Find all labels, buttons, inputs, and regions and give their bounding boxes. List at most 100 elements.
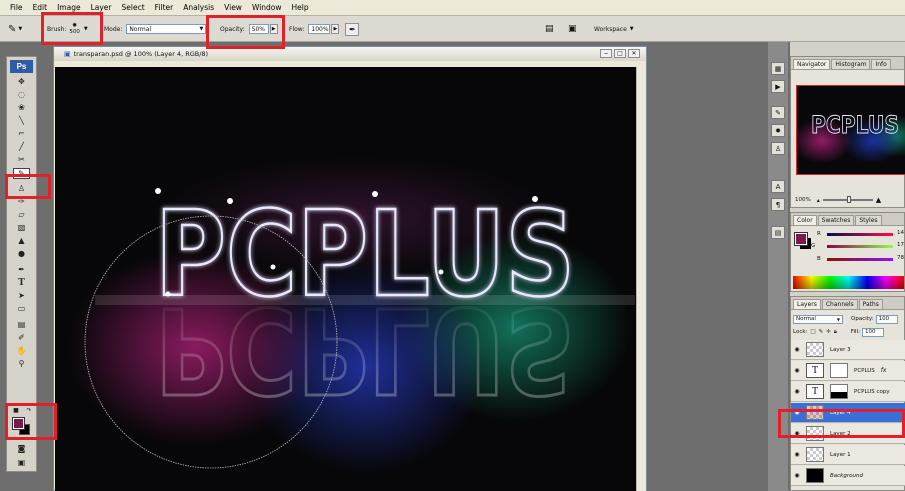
bridge-button[interactable]: ▣ [568,21,577,37]
r-slider[interactable] [827,233,893,236]
healing-brush-tool[interactable]: ✂ [13,154,30,165]
paragraph-palette-button[interactable]: ¶ [771,198,785,211]
history-palette-button[interactable]: ▦ [771,62,785,75]
notes-tool[interactable]: ▤ [13,319,30,330]
color-fg-swatch[interactable] [794,232,808,246]
menu-filter[interactable]: Filter [155,3,174,12]
eye-icon[interactable]: ◉ [791,367,803,374]
document-title-bar[interactable]: ▣ transparan.psd @ 100% (Layer 4, RGB/8) [54,47,646,61]
tab-channels[interactable]: Channels [821,299,858,309]
layer-row[interactable]: ◉ T PCPLUS copy [791,382,905,402]
brush-tool-highlight [5,174,51,199]
r-label: R [817,231,821,237]
dodge-tool[interactable]: ● [13,248,30,259]
maximize-button[interactable]: □ [614,49,626,58]
menu-image[interactable]: Image [57,3,81,12]
blur-tool[interactable]: ▲ [13,235,30,246]
menu-layer[interactable]: Layer [91,3,112,12]
tab-swatches[interactable]: Swatches [817,215,855,225]
menu-select[interactable]: Select [122,3,145,12]
flow-slider-button[interactable]: ▶ [331,24,340,34]
crop-tool[interactable]: ⌐ [13,128,30,139]
eye-icon[interactable]: ◉ [791,388,803,395]
b-slider[interactable] [827,258,893,261]
lock-all-icon[interactable]: 🔒︎ [834,329,837,336]
airbrush-button[interactable]: ✒ [345,22,360,36]
character-palette-button[interactable]: A [771,180,785,193]
fx-icon[interactable]: fx [881,367,887,374]
menu-window[interactable]: Window [252,3,282,12]
fill-input[interactable]: 100 [861,327,884,337]
layer-row[interactable]: ◉ T PCPLUS fx [791,361,905,381]
spectrum-bar[interactable] [793,276,904,289]
g-slider[interactable] [827,245,893,248]
eyedropper-tool[interactable]: ✐ [13,332,30,343]
layer-row[interactable]: ◉ Layer 3 [791,340,905,360]
tab-histogram[interactable]: Histogram [831,59,871,69]
navigator-zoom-value: 100% [795,197,811,203]
menu-view[interactable]: View [224,3,242,12]
layers-lock-row: Lock: □ ✎ ✛ 🔒︎ Fill: 100 [793,327,905,337]
mode-select[interactable]: Normal ▼ [126,24,207,34]
eye-icon[interactable]: ◉ [791,346,803,353]
eraser-tool[interactable]: ▱ [13,209,30,220]
palette-well-button[interactable]: ▤ [545,21,554,37]
note-icon: ▤ [17,320,26,329]
hand-tool[interactable]: ✋ [13,345,30,356]
menu-file[interactable]: File [10,3,23,12]
lasso-tool[interactable]: ❀ [13,102,30,113]
workspace-menu[interactable]: Workspace ▼ [594,21,634,37]
artwork-reflection: PCPLUS [155,281,575,419]
close-button[interactable]: ✕ [628,49,640,58]
shape-tool[interactable]: ▭ [13,303,30,314]
menu-help[interactable]: Help [292,3,309,12]
move-tool[interactable]: ✥ [13,76,30,87]
tab-styles[interactable]: Styles [855,215,882,225]
eye-icon[interactable]: ◉ [791,451,803,458]
flow-input[interactable]: 100% [308,24,331,34]
tab-layers[interactable]: Layers [793,299,821,309]
tab-paths[interactable]: Paths [858,299,883,309]
menu-edit[interactable]: Edit [33,3,48,12]
lock-position-icon[interactable]: ✛ [826,329,831,335]
zoom-slider-handle[interactable] [846,196,851,203]
magic-wand-tool[interactable]: ╲ [13,115,30,126]
pen-tool[interactable]: ✒ [13,264,30,275]
tool-preset-picker[interactable]: ✎ ▼ [8,21,22,37]
minimize-button[interactable]: − [600,49,612,58]
gradient-tool[interactable]: ▧ [13,222,30,233]
tab-navigator[interactable]: Navigator [793,59,831,69]
layer-name: PCPLUS copy [854,388,890,395]
actions-palette-button[interactable]: ▶ [771,80,785,93]
image-canvas[interactable]: PCPLUS PCPLUS [55,67,637,491]
lock-transparent-icon[interactable]: □ [810,329,815,335]
brushes-palette-button[interactable]: ✹ [771,124,785,137]
zoom-tool[interactable]: ⚲ [13,358,30,369]
sparkle [270,264,276,270]
tool-presets-button[interactable]: ✎ [771,106,785,119]
eye-icon[interactable]: ◉ [791,472,803,479]
marquee-tool[interactable]: ◌ [13,89,30,100]
navigator-preview[interactable]: PCPLUS [796,85,905,175]
lock-pixels-icon[interactable]: ✎ [819,329,824,335]
layer-opacity-input[interactable]: 100 [875,314,898,324]
quick-mask-button[interactable]: ◙ [13,443,30,454]
path-selection-tool[interactable]: ➤ [13,290,30,301]
menu-analysis[interactable]: Analysis [183,3,214,12]
tab-color[interactable]: Color [793,215,817,225]
layer-row[interactable]: ◉ Layer 1 [791,445,905,465]
layer-comps-button[interactable]: ▤ [771,226,785,239]
type-tool[interactable]: T [13,277,30,288]
tab-info[interactable]: Info [871,59,891,69]
blend-mode-select[interactable]: Normal ▼ [793,314,843,324]
play-icon: ▶ [775,82,781,91]
layer-opacity-label: Opacity: [851,316,874,322]
layer-thumbnail [806,342,824,357]
clone-source-button[interactable]: ♙ [771,142,785,155]
screen-mode-button[interactable]: ▣ [13,457,30,468]
vertical-scrollbar[interactable] [636,67,646,491]
navigator-zoom-slider[interactable] [822,196,873,203]
navigator-zoom-bar: 100% ▴ ▲ [795,195,903,205]
slice-tool[interactable]: ╱ [13,141,30,152]
layer-row[interactable]: ◉ Background [791,466,905,486]
